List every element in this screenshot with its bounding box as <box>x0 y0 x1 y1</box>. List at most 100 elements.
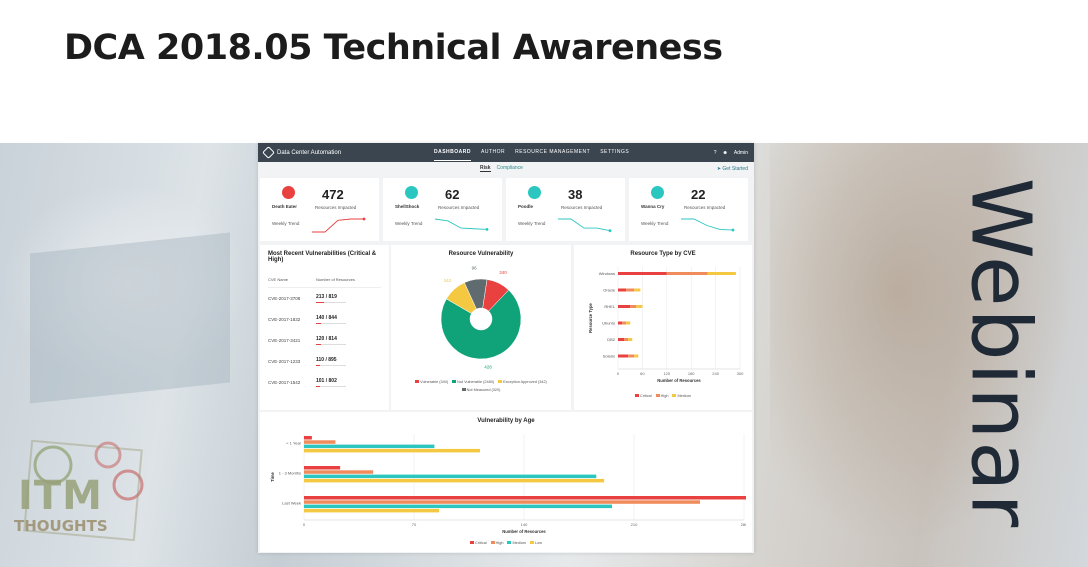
resource-ratio-fill <box>316 301 324 304</box>
bar <box>634 288 641 292</box>
vulnerability-card[interactable]: Death Eater 472 Resources Impacted Weekly T… <box>260 178 379 241</box>
resource-count: 140 / 844 <box>316 314 337 321</box>
card-trend-label: Weekly Trend <box>641 221 669 226</box>
vulnerability-badge-icon <box>282 186 295 199</box>
bar <box>304 440 336 444</box>
card-subtitle: Resources Impacted <box>438 205 480 210</box>
vulnerability-card[interactable]: Poodle 38 Resources Impacted Weekly Trend <box>506 178 625 241</box>
card-name: Wanna Cry <box>641 204 665 209</box>
bar <box>304 466 341 470</box>
slice-label: 428 <box>484 365 492 370</box>
x-tick-label: 60 <box>640 371 645 376</box>
recent-vulnerabilities-panel: Most Recent Vulnerabilities (Critical & … <box>260 245 389 410</box>
bar <box>618 321 623 325</box>
legend-swatch <box>507 541 512 544</box>
resource-ratio-fill <box>316 364 320 367</box>
legend-item: Low <box>529 541 542 545</box>
trend-line <box>558 218 611 232</box>
legend-label: Medium <box>677 394 691 398</box>
legend-swatch <box>452 380 457 383</box>
card-trend-label: Weekly Trend <box>272 221 300 226</box>
legend-item: Not Measured (320) <box>461 388 500 392</box>
card-count: 38 <box>568 187 583 202</box>
weekly-trend-sparkline <box>434 218 489 231</box>
resource-ratio-fill <box>316 343 321 346</box>
table-row[interactable]: CVE-2017-1832 140 / 844 <box>268 309 381 330</box>
tab-compliance[interactable]: Compliance <box>497 165 523 172</box>
legend-item: Medium <box>507 541 526 545</box>
y-axis-title: Resource Type <box>588 302 593 332</box>
slide: DCA 2018.05 Technical Awareness Webinar … <box>0 0 1088 567</box>
bar <box>636 305 643 308</box>
legend-swatch <box>461 388 466 391</box>
resource-count: 101 / 802 <box>316 377 337 384</box>
x-tick-label: 0 <box>303 522 306 527</box>
get-started-link[interactable]: ➤ Get Started <box>717 166 748 172</box>
resource-type-chart: 0 60 120 180 240 300 Number of Resources Resour… <box>588 267 744 383</box>
column-header-cve: CVE Name <box>268 277 289 282</box>
table-row[interactable]: CVE-2017-3708 213 / 819 <box>268 288 381 309</box>
bar <box>304 444 435 449</box>
nav-dashboard[interactable]: DASHBOARD <box>434 144 471 161</box>
app-title: Data Center Automation <box>277 149 342 156</box>
legend-label: Vulnerable (340) <box>420 380 449 384</box>
card-count: 22 <box>691 187 706 202</box>
bar <box>304 474 597 479</box>
card-count: 62 <box>445 187 460 202</box>
category-label: RHEL <box>604 304 615 309</box>
resource-count-cell: 120 / 814 <box>316 336 346 346</box>
nav-settings[interactable]: SETTINGS <box>600 144 629 161</box>
bar <box>304 448 480 453</box>
card-count: 472 <box>322 187 344 202</box>
x-tick-label: 70 <box>412 522 417 527</box>
page-title: DCA 2018.05 Technical Awareness <box>64 28 723 68</box>
trend-line <box>312 218 364 233</box>
resource-count-cell: 213 / 819 <box>316 294 346 304</box>
nav-author[interactable]: AUTHOR <box>481 144 505 161</box>
weekly-trend-sparkline <box>558 218 612 233</box>
tab-risk[interactable]: Risk <box>480 165 491 172</box>
bar <box>304 508 440 513</box>
category-label: Oracle <box>603 288 616 293</box>
app-logo-icon <box>262 146 275 159</box>
chart-legend: Vulnerable (340) Not Vulnerable (2480) Exc… <box>397 380 565 392</box>
table-row[interactable]: CVE-2017-1542 101 / 802 <box>268 372 381 393</box>
webinar-label: Webinar <box>952 177 1048 529</box>
cve-name: CVE-2017-1233 <box>268 359 301 364</box>
bar <box>626 321 631 325</box>
legend-item: Critical <box>635 394 652 398</box>
bar <box>628 338 633 341</box>
bar <box>624 338 629 341</box>
card-name: Death Eater <box>272 204 298 209</box>
resource-count-cell: 110 / 895 <box>316 357 346 367</box>
bar <box>622 321 627 325</box>
user-name[interactable]: Admin <box>734 150 748 156</box>
slice-label: 342 <box>444 278 452 283</box>
trend-line <box>434 218 488 230</box>
legend-label: High <box>660 394 669 398</box>
user-icon[interactable]: ☻ <box>723 150 728 156</box>
dashboard-screenshot: Data Center Automation DASHBOARD AUTHOR … <box>258 143 754 553</box>
category-label: Ubuntu <box>602 321 615 326</box>
cve-name: CVE-2017-1832 <box>268 317 301 322</box>
age-chart: 0 70 140 210 280 Number of Resources Time < 1 Y… <box>270 434 748 534</box>
send-icon: ➤ <box>716 165 722 172</box>
resource-count: 120 / 814 <box>316 335 337 342</box>
bar <box>618 305 631 308</box>
legend-label: Exception Approved (342) <box>503 380 547 384</box>
vulnerability-card[interactable]: Wanna Cry 22 Resources Impacted Weekly Tren… <box>629 178 748 241</box>
trend-end-point <box>362 217 366 221</box>
legend-item: Vulnerable (340) <box>415 380 448 384</box>
help-icon[interactable]: ? <box>714 150 717 156</box>
category-label: Windows <box>599 271 615 276</box>
bar <box>630 305 637 308</box>
table-row[interactable]: CVE-2017-3421 120 / 814 <box>268 330 381 351</box>
vulnerability-card[interactable]: ShellShock 62 Resources Impacted Weekly Tre… <box>383 178 502 241</box>
nav-resource-management[interactable]: RESOURCE MANAGEMENT <box>515 144 590 161</box>
bar <box>304 504 612 509</box>
resource-ratio-bar <box>316 385 346 388</box>
legend-item: Not Vulnerable (2480) <box>452 380 494 384</box>
table-row[interactable]: CVE-2017-1233 110 / 895 <box>268 351 381 372</box>
bar <box>618 288 627 292</box>
resource-ratio-bar <box>316 343 346 346</box>
